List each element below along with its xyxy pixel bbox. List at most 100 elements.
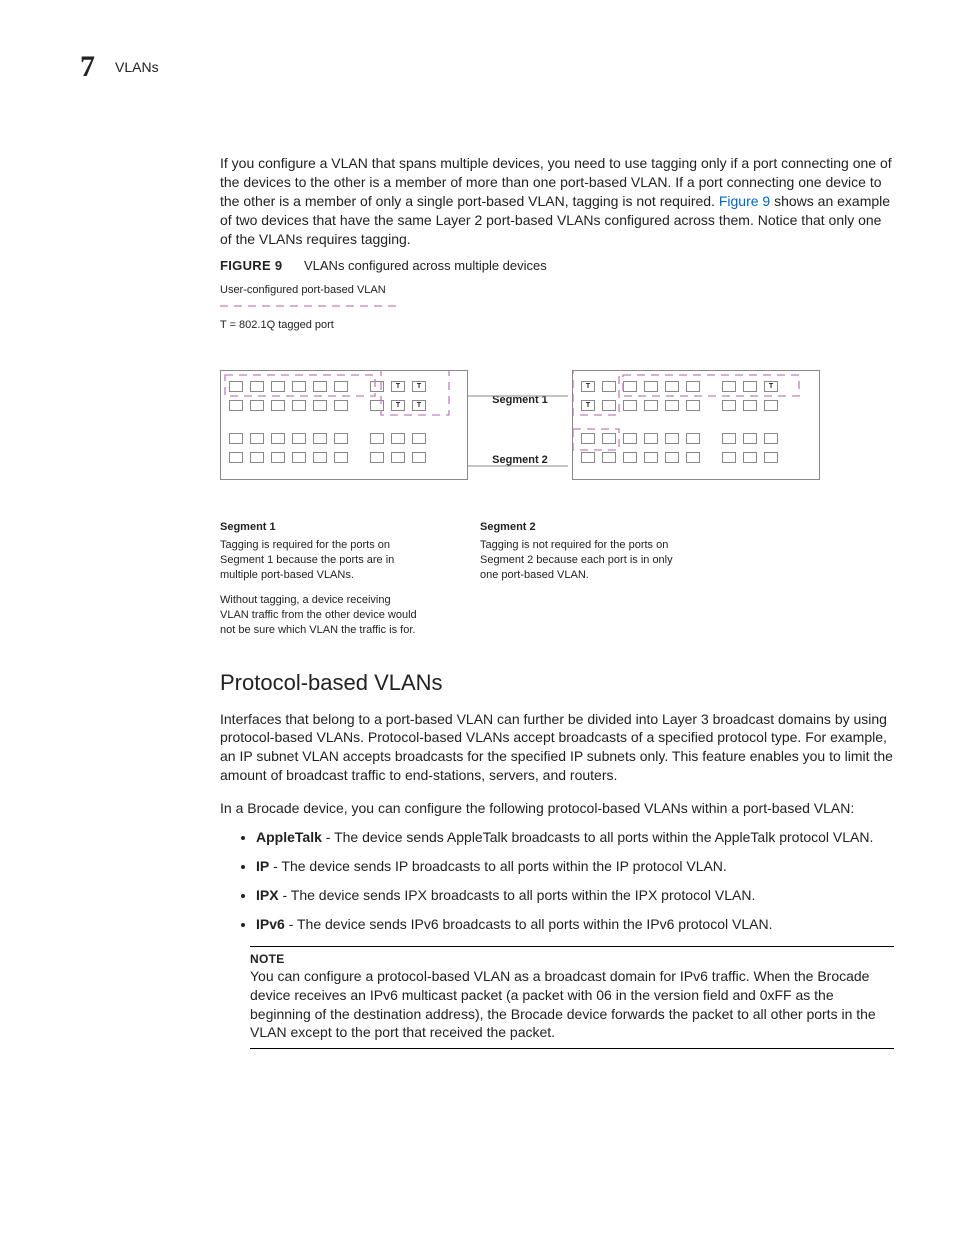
- figure-9-link[interactable]: Figure 9: [719, 193, 770, 209]
- port: [271, 381, 285, 392]
- section-para-1: Interfaces that belong to a port-based V…: [220, 710, 894, 786]
- port: [764, 452, 778, 463]
- tagged-port: T: [581, 400, 595, 411]
- link-lines: [468, 380, 568, 500]
- tagged-port: T: [581, 381, 595, 392]
- port: [334, 400, 348, 411]
- port: [292, 452, 306, 463]
- port: [292, 381, 306, 392]
- port: [722, 400, 736, 411]
- segment-2-explanation: Segment 2 Tagging is not required for th…: [480, 520, 680, 648]
- port: [602, 433, 616, 444]
- port: [229, 400, 243, 411]
- segment-2-p1: Tagging is not required for the ports on…: [480, 538, 680, 583]
- port: [743, 433, 757, 444]
- tagged-port: T: [412, 381, 426, 392]
- port-row: T: [581, 400, 811, 411]
- legend-tagged: T = 802.1Q tagged port: [220, 318, 820, 333]
- port: [313, 433, 327, 444]
- port: [292, 400, 306, 411]
- list-item: AppleTalk - The device sends AppleTalk b…: [256, 828, 894, 847]
- port: [229, 381, 243, 392]
- port: [743, 381, 757, 392]
- port: [722, 381, 736, 392]
- port: [581, 433, 595, 444]
- port: [623, 433, 637, 444]
- figure-caption-text: VLANs configured across multiple devices: [304, 258, 547, 273]
- legend-user-vlan: User-configured port-based VLAN: [220, 283, 820, 298]
- port: [334, 452, 348, 463]
- port: [271, 433, 285, 444]
- port-row: TT: [229, 400, 459, 411]
- port: [644, 381, 658, 392]
- port: [334, 381, 348, 392]
- port-row: [581, 452, 811, 463]
- port: [391, 433, 405, 444]
- list-item: IPX - The device sends IPX broadcasts to…: [256, 886, 894, 905]
- bullet-text: - The device sends IPX broadcasts to all…: [279, 887, 756, 903]
- figure-explanation: Segment 1 Tagging is required for the po…: [220, 520, 820, 648]
- port: [229, 433, 243, 444]
- segment-1-title: Segment 1: [220, 520, 420, 535]
- port: [722, 433, 736, 444]
- port: [686, 400, 700, 411]
- port: [292, 433, 306, 444]
- figure-label: FIGURE 9: [220, 258, 282, 273]
- bullet-term: AppleTalk: [256, 829, 322, 845]
- port: [602, 400, 616, 411]
- bullet-term: IPv6: [256, 916, 285, 932]
- tagged-port: T: [764, 381, 778, 392]
- list-item: IPv6 - The device sends IPv6 broadcasts …: [256, 915, 894, 934]
- protocol-list: AppleTalk - The device sends AppleTalk b…: [220, 828, 894, 934]
- page-header: 7 VLANs: [80, 50, 894, 84]
- port: [250, 433, 264, 444]
- port: [313, 381, 327, 392]
- chapter-number: 7: [80, 50, 95, 84]
- bullet-term: IP: [256, 858, 269, 874]
- port: [602, 381, 616, 392]
- port: [412, 433, 426, 444]
- port-row: T T: [581, 381, 811, 392]
- port: [334, 433, 348, 444]
- figure-9: User-configured port-based VLAN T = 802.…: [220, 283, 820, 647]
- port: [313, 400, 327, 411]
- port: [370, 400, 384, 411]
- port: [686, 433, 700, 444]
- port-row: [581, 433, 811, 444]
- port: [722, 452, 736, 463]
- section-para-2: In a Brocade device, you can configure t…: [220, 799, 894, 818]
- right-switch: T T T: [572, 370, 820, 480]
- port: [581, 452, 595, 463]
- bullet-text: - The device sends IP broadcasts to all …: [269, 858, 727, 874]
- port: [602, 452, 616, 463]
- intro-paragraph: If you configure a VLAN that spans multi…: [220, 154, 894, 248]
- page: 7 VLANs If you configure a VLAN that spa…: [0, 0, 954, 1089]
- tagged-port: T: [391, 381, 405, 392]
- tagged-port: T: [391, 400, 405, 411]
- bullet-text: - The device sends AppleTalk broadcasts …: [322, 829, 874, 845]
- port: [370, 452, 384, 463]
- port: [644, 433, 658, 444]
- bullet-term: IPX: [256, 887, 279, 903]
- port: [644, 452, 658, 463]
- port: [250, 400, 264, 411]
- tagged-port: T: [412, 400, 426, 411]
- list-item: IP - The device sends IP broadcasts to a…: [256, 857, 894, 876]
- port: [391, 452, 405, 463]
- port: [229, 452, 243, 463]
- port-row: TT: [229, 381, 459, 392]
- port: [743, 400, 757, 411]
- segment-1-p1: Tagging is required for the ports on Seg…: [220, 538, 420, 583]
- port: [764, 433, 778, 444]
- note-label: NOTE: [250, 951, 894, 967]
- figure-caption: FIGURE 9 VLANs configured across multipl…: [220, 258, 894, 273]
- note-text: You can configure a protocol-based VLAN …: [250, 967, 894, 1043]
- legend-dash-line: [220, 303, 400, 309]
- port: [665, 381, 679, 392]
- note-box: NOTE You can configure a protocol-based …: [250, 946, 894, 1050]
- bullet-text: - The device sends IPv6 broadcasts to al…: [285, 916, 773, 932]
- port: [250, 452, 264, 463]
- figure-legend: User-configured port-based VLAN T = 802.…: [220, 283, 820, 333]
- port: [623, 400, 637, 411]
- port: [686, 452, 700, 463]
